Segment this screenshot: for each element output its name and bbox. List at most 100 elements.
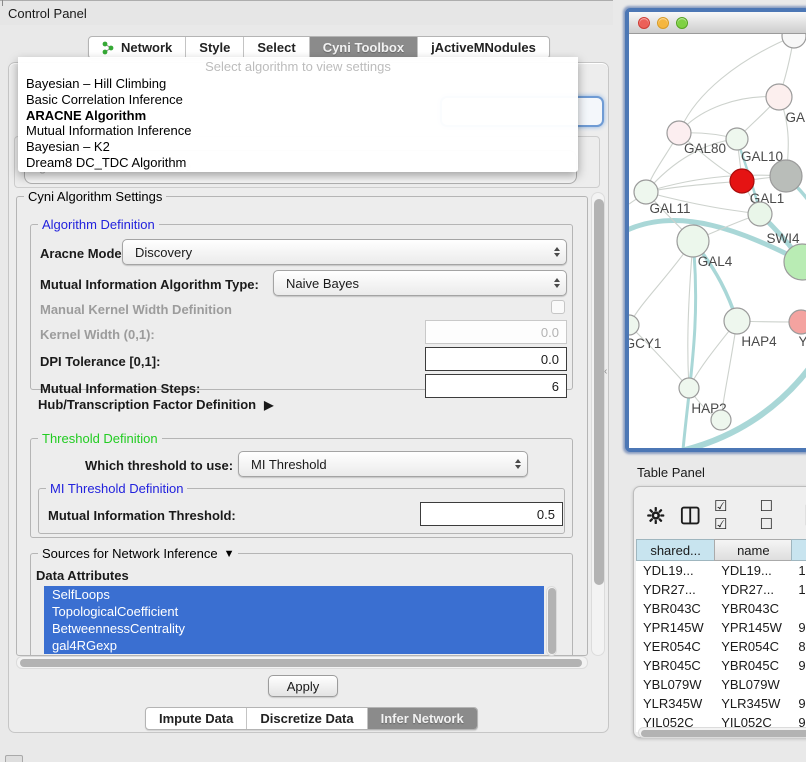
algorithm-item[interactable]: Basic Correlation Inference (18, 92, 578, 108)
mi-threshold-title: MI Threshold Definition (46, 481, 187, 496)
apply-button[interactable]: Apply (268, 675, 338, 697)
network-view-window[interactable]: GALGAL80GAL10GAL1GAL11SWI4GAL4GCY1HAP4YH… (629, 12, 806, 448)
table-row[interactable]: YDR27...YDR27...12 (636, 580, 806, 599)
network-node-hap4[interactable] (724, 308, 750, 334)
table-cell: YBL079W (714, 675, 791, 694)
manual-kernel-checkbox[interactable] (551, 300, 565, 314)
stepper-arrows-icon (554, 247, 560, 257)
network-node-label: GAL11 (649, 201, 690, 216)
network-node-label: GAL (785, 110, 806, 125)
edge-tick (2, 0, 3, 6)
network-node-y[interactable] (789, 310, 806, 334)
stepper-arrows-icon (554, 278, 560, 288)
network-node-gal4[interactable] (677, 225, 709, 257)
panel-divider-handle[interactable]: ‹ (604, 366, 607, 377)
table-cell: YLR345W (636, 694, 714, 713)
tab-impute-data[interactable]: Impute Data (146, 708, 247, 729)
network-node-label: GAL4 (698, 254, 733, 269)
algorithm-item[interactable]: Bayesian – Hill Climbing (18, 76, 578, 92)
which-threshold-combo[interactable]: MI Threshold (238, 451, 528, 477)
algorithm-item[interactable]: ARACNE Algorithm (18, 108, 578, 124)
algorithm-item[interactable]: Mutual Information Inference (18, 123, 578, 139)
attribute-item-selected[interactable]: gal4RGexp (44, 637, 544, 654)
expand-right-icon[interactable]: ▶ (264, 398, 273, 412)
table-row[interactable]: YDL19...YDL19...13 (636, 561, 806, 580)
attribute-item-selected[interactable]: BetweennessCentrality (44, 620, 544, 637)
network-node-gal1[interactable] (730, 169, 754, 193)
zoom-window-icon[interactable] (676, 17, 688, 29)
gear-icon[interactable] (646, 505, 666, 526)
network-node-hap2[interactable] (679, 378, 699, 398)
table-row[interactable]: YPR145WYPR145W9. (636, 618, 806, 637)
sources-title-row[interactable]: Sources for Network Inference ▼ (38, 546, 238, 561)
tab-network-label: Network (121, 40, 172, 55)
algorithm-item[interactable]: Bayesian – K2 (18, 139, 578, 155)
network-node-gal10[interactable] (726, 128, 748, 150)
network-node-label: Y (798, 334, 806, 349)
bottom-tabs: Impute Data Discretize Data Infer Networ… (145, 707, 478, 730)
table-row[interactable]: YBL079WYBL079W (636, 675, 806, 694)
network-node[interactable] (770, 160, 802, 192)
close-window-icon[interactable] (638, 17, 650, 29)
minimize-window-icon[interactable] (657, 17, 669, 29)
tab-cyni-toolbox[interactable]: Cyni Toolbox (310, 37, 418, 58)
network-edge (629, 325, 689, 388)
settings-vertical-scrollbar[interactable] (591, 192, 605, 656)
mi-type-label: Mutual Information Algorithm Type: (40, 277, 259, 292)
attribute-item-selected[interactable]: SelfLoops (44, 586, 544, 603)
network-node-gal[interactable] (766, 84, 792, 110)
collapsed-panel-handle[interactable] (5, 755, 23, 762)
checked-boxes-icon[interactable]: ☑ ☑ (714, 497, 746, 533)
unchecked-boxes-icon[interactable]: ☐ ☐ (760, 497, 792, 533)
columns-icon[interactable] (680, 505, 700, 526)
network-node[interactable] (711, 410, 731, 430)
mi-type-combo[interactable]: Naive Bayes (273, 270, 567, 296)
tab-select[interactable]: Select (244, 37, 309, 58)
data-attributes-label: Data Attributes (36, 568, 129, 583)
data-attributes-list: SelfLoopsTopologicalCoefficientBetweenne… (44, 586, 544, 654)
table-cell: YER054C (636, 637, 714, 656)
column-header-shared[interactable]: shared... (636, 539, 714, 561)
network-edge (679, 97, 779, 133)
column-header-third[interactable]: A (791, 539, 806, 561)
mi-steps-field[interactable]: 6 (425, 374, 567, 398)
network-window-titlebar[interactable] (629, 12, 806, 34)
table-cell: YBR043C (636, 599, 714, 618)
mi-threshold-field[interactable]: 0.5 (420, 502, 563, 526)
network-node[interactable] (784, 244, 806, 280)
attribute-item-selected[interactable]: TopologicalCoefficient (44, 603, 544, 620)
table-horizontal-scrollbar[interactable] (638, 727, 806, 738)
mi-threshold-label: Mutual Information Threshold: (48, 508, 236, 523)
tab-infer-network[interactable]: Infer Network (368, 708, 477, 729)
table-cell: 9. (791, 656, 806, 675)
table-row[interactable]: YBR043CYBR043C (636, 599, 806, 618)
tab-jactivemnodules[interactable]: jActiveMNodules (418, 37, 549, 58)
tab-style[interactable]: Style (186, 37, 244, 58)
table-cell: 9. (791, 618, 806, 637)
settings-horizontal-scrollbar[interactable] (16, 656, 588, 669)
control-panel-title: Control Panel (8, 6, 87, 21)
dpi-tolerance-field[interactable]: 0.0 (425, 347, 567, 371)
algorithm-placeholder: Select algorithm to view settings (18, 57, 578, 76)
network-canvas[interactable]: GALGAL80GAL10GAL1GAL11SWI4GAL4GCY1HAP4YH… (629, 34, 806, 448)
attributes-scrollbar[interactable] (546, 586, 557, 656)
algorithm-item[interactable]: Dream8 DC_TDC Algorithm (18, 155, 578, 171)
tab-discretize-data[interactable]: Discretize Data (247, 708, 367, 729)
control-panel-tabs: Network Style Select Cyni Toolbox jActiv… (88, 36, 550, 59)
tab-network[interactable]: Network (89, 37, 186, 58)
table-cell: YDR27... (714, 580, 791, 599)
table-row[interactable]: YBR045CYBR045C9. (636, 656, 806, 675)
column-header-name[interactable]: name (714, 539, 791, 561)
network-icon (102, 41, 115, 55)
table-row[interactable]: YLR345WYLR345W9. (636, 694, 806, 713)
control-panel-titlebar: Control Panel ✕ (0, 0, 613, 25)
collapse-down-icon[interactable]: ▼ (224, 548, 235, 560)
network-node-swi4[interactable] (748, 202, 772, 226)
hub-definition-row[interactable]: Hub/Transcription Factor Definition ▶ (38, 397, 273, 412)
table-row[interactable]: YER054CYER054C8. (636, 637, 806, 656)
table-cell: YDR27... (636, 580, 714, 599)
network-node-gcy1[interactable] (629, 315, 639, 335)
table-cell: YBR045C (636, 656, 714, 675)
network-node[interactable] (782, 34, 806, 48)
aracne-mode-combo[interactable]: Discovery (122, 239, 567, 265)
